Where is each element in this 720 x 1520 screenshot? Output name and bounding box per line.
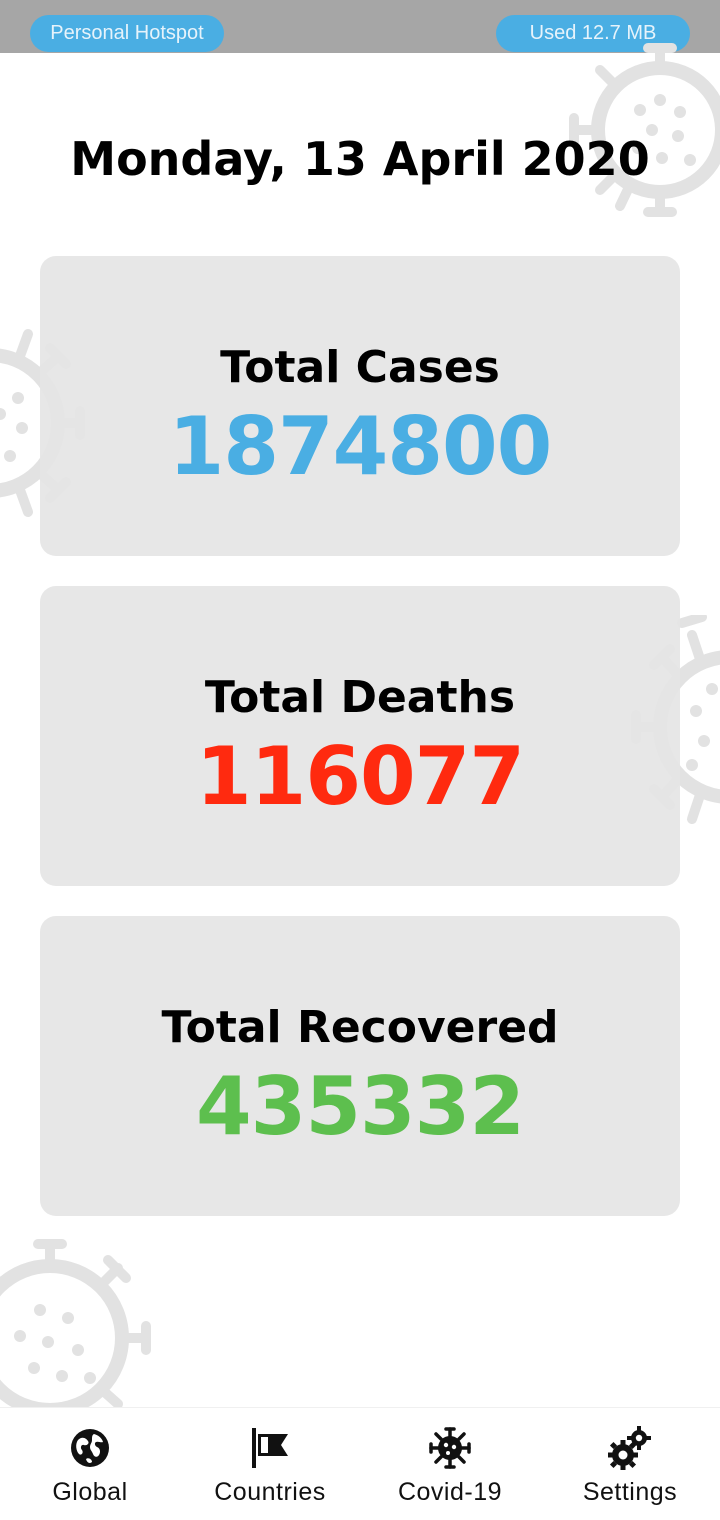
total-recovered-card: Total Recovered 435332 <box>40 916 680 1216</box>
total-cases-label: Total Cases <box>220 342 500 393</box>
hotspot-pill[interactable]: Personal Hotspot <box>30 15 224 52</box>
total-cases-card: Total Cases 1874800 <box>40 256 680 556</box>
data-usage-pill[interactable]: Used 12.7 MB <box>496 15 690 52</box>
total-deaths-label: Total Deaths <box>204 672 516 723</box>
total-cases-value: 1874800 <box>168 400 553 493</box>
total-recovered-value: 435332 <box>196 1060 525 1153</box>
nav-item-covid19[interactable]: Covid-19 <box>360 1408 540 1520</box>
status-bar: Personal Hotspot Used 12.7 MB <box>0 0 720 53</box>
virus-icon <box>429 1427 471 1469</box>
nav-label-settings: Settings <box>582 1478 678 1506</box>
nav-item-countries[interactable]: Countries <box>180 1408 360 1520</box>
nav-item-global[interactable]: Global <box>0 1408 180 1520</box>
total-deaths-value: 116077 <box>196 730 525 823</box>
virus-decoration-bottom-left-icon <box>0 1239 151 1408</box>
globe-icon <box>71 1429 109 1467</box>
flag-icon <box>252 1428 288 1468</box>
gears-icon <box>608 1426 651 1470</box>
nav-item-settings[interactable]: Settings <box>540 1408 720 1520</box>
total-recovered-label: Total Recovered <box>161 1002 559 1053</box>
nav-label-covid19: Covid-19 <box>397 1478 503 1506</box>
date-title: Monday, 13 April 2020 <box>70 132 650 186</box>
nav-label-countries: Countries <box>214 1478 326 1506</box>
nav-label-global: Global <box>52 1478 128 1506</box>
total-deaths-card: Total Deaths 116077 <box>40 586 680 886</box>
bottom-navigation: Global Countries Covid-19 Settings <box>0 1407 720 1520</box>
